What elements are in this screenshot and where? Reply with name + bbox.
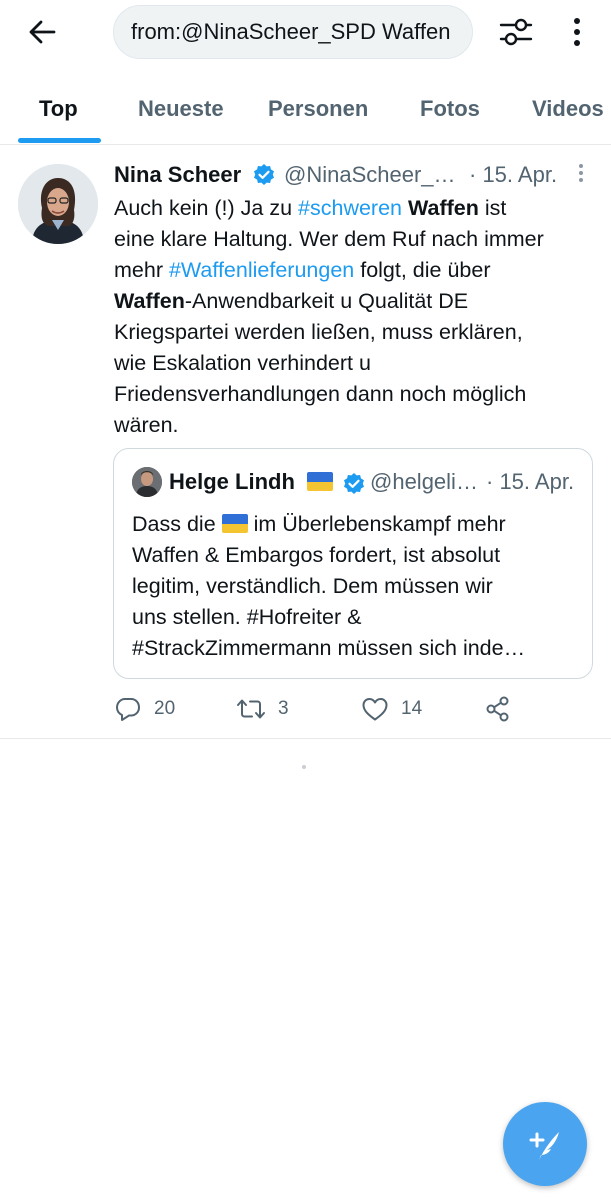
tweet-menu-button[interactable] xyxy=(576,161,586,191)
search-settings-button[interactable] xyxy=(496,12,536,52)
tweet-text-line: mehr #Waffenlieferungen folgt, die über xyxy=(114,255,599,286)
quoted-author-handle: @helgeli… xyxy=(370,469,478,494)
arrow-left-icon xyxy=(29,20,56,44)
quoted-tweet[interactable]: Helge Lindh @helgeli… · 15. Apr. Dass di… xyxy=(113,448,593,679)
active-tab-indicator xyxy=(18,138,101,143)
heart-icon xyxy=(362,698,388,721)
retweet-button[interactable]: 3 xyxy=(236,692,289,726)
back-button[interactable] xyxy=(22,12,62,52)
author-handle[interactable]: @NinaScheer_… xyxy=(284,162,456,188)
quoted-text-line: uns stellen. #Hofreiter & xyxy=(132,605,362,629)
vertical-dots-icon xyxy=(579,164,583,182)
text-segment: -Anwendbarkeit u Qualität DE xyxy=(184,289,469,313)
reply-icon xyxy=(116,698,140,721)
quoted-text-line: Waffen & Embargos fordert, ist absolut xyxy=(132,543,501,567)
search-input[interactable]: from:@NinaScheer_SPD Waffen xyxy=(113,5,473,59)
hashtag-link[interactable]: #Waffenlieferungen xyxy=(169,258,354,282)
avatar[interactable] xyxy=(18,164,98,244)
quoted-tweet-text: Dass die im Überlebenskampf mehr Waffen … xyxy=(132,509,582,664)
vertical-dots-icon xyxy=(574,18,580,46)
search-tabs: Top Neueste Personen Fotos Videos xyxy=(0,78,611,145)
hashtag-link[interactable]: #schweren xyxy=(298,196,402,220)
share-button[interactable] xyxy=(484,692,512,726)
tab-top[interactable]: Top xyxy=(39,96,78,122)
text-segment: Auch kein (!) Ja zu xyxy=(114,196,299,220)
quoted-author-name: Helge Lindh xyxy=(169,469,295,494)
tweet-text-line: wären. xyxy=(114,413,179,437)
reply-count: 20 xyxy=(154,698,176,719)
quoted-text-line: Dass die im Überlebenskampf mehr xyxy=(132,509,582,540)
quoted-text-line: legitim, verständlich. Dem müssen wir xyxy=(132,574,493,598)
like-count: 14 xyxy=(401,698,423,719)
verified-badge-icon xyxy=(342,472,366,501)
quoted-avatar[interactable] xyxy=(132,467,162,497)
tweet-text-line: Friedensverhandlungen dann noch möglich xyxy=(114,382,527,406)
text-segment: folgt, die über xyxy=(354,258,491,282)
share-icon xyxy=(486,696,509,722)
tweet-text: Auch kein (!) Ja zu #schweren Waffen ist… xyxy=(114,193,599,441)
text-segment: ist xyxy=(478,196,507,220)
tweet-text-line: eine klare Haltung. Wer dem Ruf nach imm… xyxy=(114,227,544,251)
author-name[interactable]: Nina Scheer xyxy=(114,162,241,188)
reply-button[interactable]: 20 xyxy=(114,692,175,726)
compose-tweet-button[interactable] xyxy=(503,1102,587,1186)
quoted-text-line: #StrackZimmermann müssen sich inde… xyxy=(132,636,526,660)
tweet-date[interactable]: · 15. Apr. xyxy=(469,162,557,188)
profile-photo xyxy=(132,467,162,497)
tweet-header: Nina Scheer @NinaScheer_… · 15. Apr. xyxy=(114,161,594,191)
ukraine-flag-icon xyxy=(307,472,333,491)
text-segment: Dass die xyxy=(132,512,222,536)
tweet-text-line: Auch kein (!) Ja zu #schweren Waffen ist xyxy=(114,193,599,224)
tweet-text-line: Waffen-Anwendbarkeit u Qualität DE xyxy=(114,286,599,317)
tweet-text-line: wie Eskalation verhindert u xyxy=(114,351,371,375)
ukraine-flag-icon xyxy=(221,514,248,533)
verified-badge-icon xyxy=(252,163,276,193)
like-button[interactable]: 14 xyxy=(361,692,422,726)
text-segment: mehr xyxy=(114,258,169,282)
text-segment: im Überlebenskampf mehr xyxy=(247,512,506,536)
sliders-icon xyxy=(499,18,533,46)
retweet-icon xyxy=(237,699,265,719)
feather-plus-icon xyxy=(529,1132,559,1160)
search-query: from:@NinaScheer_SPD Waffen xyxy=(131,19,451,44)
retweet-count: 3 xyxy=(278,698,289,719)
quoted-tweet-date: · 15. Apr. xyxy=(486,469,575,494)
highlighted-term: Waffen xyxy=(408,196,479,220)
loading-indicator xyxy=(302,765,306,769)
more-options-button[interactable] xyxy=(562,12,592,52)
top-bar: from:@NinaScheer_SPD Waffen xyxy=(0,0,611,64)
tweet-text-line: Kriegspartei werden ließen, muss erkläre… xyxy=(114,320,523,344)
tweet[interactable]: Nina Scheer @NinaScheer_… · 15. Apr. Auc… xyxy=(0,145,611,739)
tab-videos[interactable]: Videos xyxy=(532,96,604,122)
tab-people[interactable]: Personen xyxy=(268,96,368,122)
profile-photo xyxy=(18,164,98,244)
highlighted-term: Waffen xyxy=(114,289,185,313)
tweet-actions: 20 3 14 xyxy=(114,692,604,726)
tab-photos[interactable]: Fotos xyxy=(420,96,480,122)
tab-latest[interactable]: Neueste xyxy=(138,96,224,122)
